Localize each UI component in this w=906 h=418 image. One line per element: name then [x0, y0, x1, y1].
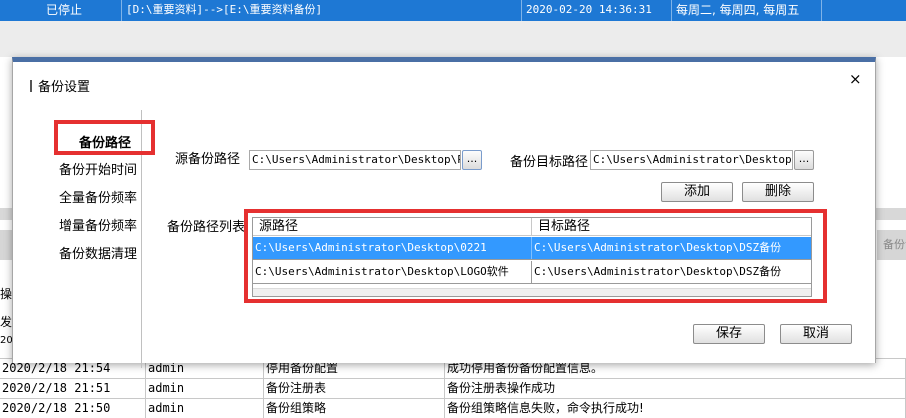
- background-fragment-year: 20: [0, 335, 13, 346]
- source-path-input[interactable]: C:\Users\Administrator\Desktop\PDF转: [249, 150, 461, 170]
- log-message: 备份注册表操作成功: [445, 379, 906, 398]
- datetime-cell: 2020-02-20 14:36:31: [522, 0, 672, 21]
- row-target-path: C:\Users\Administrator\Desktop\DSZ备份: [534, 241, 782, 254]
- table-horizontal-scrollbar[interactable]: [253, 288, 811, 296]
- row-source-path: C:\Users\Administrator\Desktop\0221: [253, 237, 532, 259]
- path-list-label: 备份路径列表: [167, 220, 246, 235]
- table-header: 源路径 目标路径: [253, 218, 811, 236]
- cancel-button[interactable]: 取消: [780, 324, 852, 344]
- sidebar-item-backup-start-time[interactable]: 备份开始时间: [59, 159, 141, 178]
- target-path-input[interactable]: C:\Users\Administrator\Desktop\DS: [590, 150, 793, 170]
- log-user: admin: [146, 379, 264, 398]
- log-row[interactable]: 2020/2/18 21:51 admin 备份注册表 备份注册表操作成功: [0, 378, 906, 398]
- backup-settings-dialog: 备份设置 × 备份路径 备份开始时间 全量备份频率 增量备份频率 备份数据清理 …: [12, 57, 876, 368]
- table-row[interactable]: C:\Users\Administrator\Desktop\0221 C:\U…: [253, 237, 811, 260]
- close-icon[interactable]: ×: [849, 70, 862, 88]
- backup-path-table: 源路径 目标路径 C:\Users\Administrator\Desktop\…: [252, 217, 812, 297]
- dialog-title: 备份设置: [30, 76, 90, 95]
- column-header-source[interactable]: 源路径: [253, 218, 532, 236]
- log-action: 备份注册表: [264, 379, 445, 398]
- background-fragment-operate: 操: [0, 287, 13, 301]
- table-row[interactable]: C:\Users\Administrator\Desktop\LOGO软件 C:…: [253, 261, 811, 284]
- sidebar-item-backup-path[interactable]: 备份路径: [79, 132, 161, 151]
- column-header-target[interactable]: 目标路径: [532, 218, 811, 236]
- row-source-path: C:\Users\Administrator\Desktop\LOGO软件: [253, 261, 532, 283]
- log-message: 备份组策略信息失败，命令执行成功!: [445, 399, 906, 418]
- paths-cell: [D:\重要资料]-->[E:\重要资料备份]: [122, 0, 522, 21]
- status-cell: 已停止: [42, 0, 122, 21]
- dialog-title-text: 备份设置: [38, 80, 91, 95]
- log-action: 备份组策略: [264, 399, 445, 418]
- add-button[interactable]: 添加: [661, 182, 733, 202]
- background-selected-row[interactable]: 已停止 [D:\重要资料]-->[E:\重要资料备份] 2020-02-20 1…: [0, 0, 906, 21]
- schedule-cell: 每周二, 每周四, 每周五: [672, 0, 822, 21]
- sidebar-item-full-backup-frequency[interactable]: 全量备份频率: [59, 187, 141, 206]
- source-browse-button[interactable]: ...: [462, 150, 482, 170]
- source-path-label: 源备份路径: [175, 152, 241, 167]
- background-toolbar-area: [0, 21, 906, 57]
- background-left-strip: [0, 230, 12, 260]
- delete-button[interactable]: 删除: [742, 182, 814, 202]
- log-user: admin: [146, 399, 264, 418]
- title-accent-bar: [30, 80, 32, 92]
- log-time: 2020/2/18 21:51: [0, 379, 146, 398]
- row-target-path: C:\Users\Administrator\Desktop\DSZ备份: [534, 265, 782, 278]
- target-path-label: 备份目标路径: [510, 155, 589, 170]
- background-right-header: 备份计: [877, 230, 906, 260]
- background-fragment-send: 发: [0, 315, 13, 329]
- sidebar-item-incremental-backup-frequency[interactable]: 增量备份频率: [59, 215, 141, 234]
- save-button[interactable]: 保存: [693, 324, 765, 344]
- log-row[interactable]: 2020/2/18 21:50 admin 备份组策略 备份组策略信息失败，命令…: [0, 398, 906, 418]
- target-browse-button[interactable]: ...: [794, 150, 814, 170]
- sidebar-item-backup-data-cleanup[interactable]: 备份数据清理: [59, 243, 141, 262]
- log-time: 2020/2/18 21:50: [0, 399, 146, 418]
